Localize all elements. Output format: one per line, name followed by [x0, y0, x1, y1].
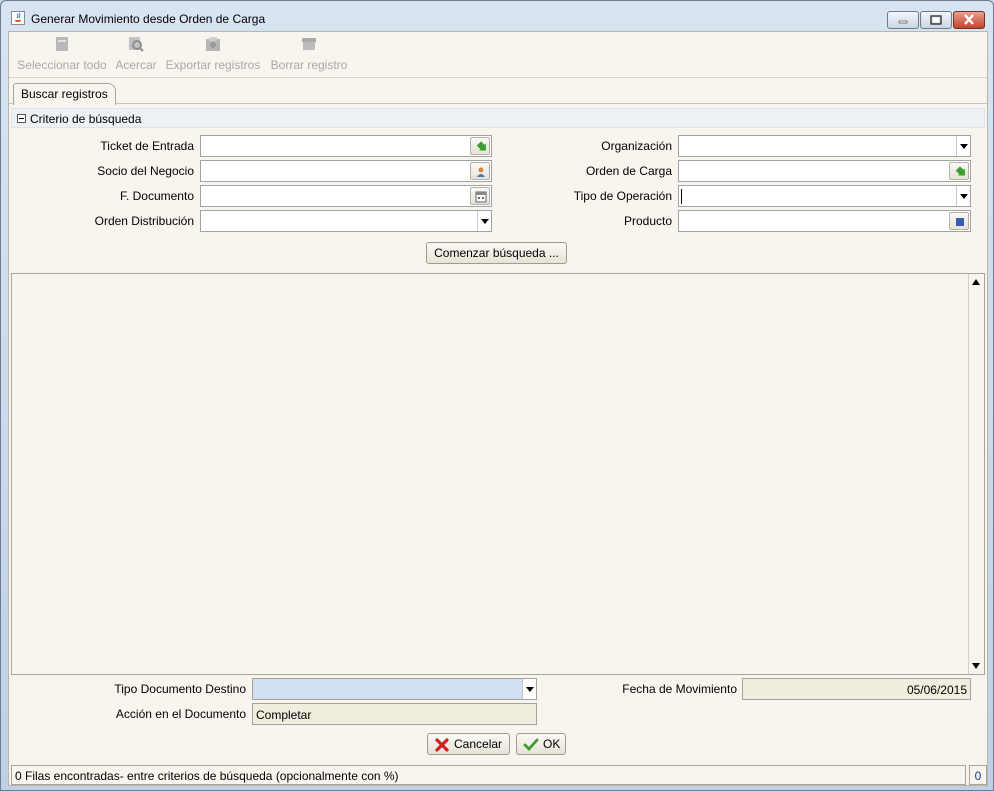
load-order-input[interactable]: [679, 161, 970, 181]
movement-date-label: Fecha de Movimiento: [622, 682, 737, 696]
window-title: Generar Movimiento desde Orden de Carga: [31, 12, 266, 26]
scroll-up-icon[interactable]: [972, 279, 980, 285]
collapse-icon[interactable]: [17, 114, 26, 123]
tab-strip: Buscar registros: [9, 78, 987, 105]
organization-label: Organización: [601, 139, 672, 153]
partner-field[interactable]: [200, 160, 492, 182]
calendar-icon: [475, 191, 487, 203]
green-arrow-icon: [955, 166, 965, 176]
app-window: Generar Movimiento desde Orden de Carga …: [0, 0, 994, 791]
load-order-lookup-button[interactable]: [949, 162, 969, 180]
ticket-lookup-button[interactable]: [470, 137, 490, 155]
close-window-button[interactable]: [953, 11, 985, 29]
target-doctype-select[interactable]: [252, 678, 537, 700]
partner-input[interactable]: [201, 161, 491, 181]
chevron-down-icon[interactable]: [956, 136, 970, 156]
close-icon: [964, 14, 974, 25]
select-all-button[interactable]: Seleccionar todo: [15, 36, 109, 72]
record-count: 0: [969, 765, 987, 785]
scroll-down-icon[interactable]: [972, 663, 980, 669]
distribution-select[interactable]: [200, 210, 492, 232]
export-label: Exportar registros: [165, 58, 261, 72]
text-caret: [681, 189, 682, 204]
partner-label: Socio del Negocio: [97, 164, 194, 178]
cancel-label: Cancelar: [454, 737, 503, 751]
delete-icon: [302, 38, 316, 50]
product-lookup-button[interactable]: [949, 212, 969, 230]
movement-date-field: 05/06/2015: [742, 678, 971, 700]
zoom-button[interactable]: Acercar: [113, 36, 159, 72]
zoom-label: Acercar: [115, 58, 157, 72]
doc-action-value: Completar: [256, 708, 312, 722]
vertical-scrollbar[interactable]: [968, 274, 984, 674]
status-message: 0 Filas encontradas- entre criterios de …: [11, 765, 966, 785]
select-all-icon: [56, 37, 68, 51]
operation-type-label: Tipo de Operación: [573, 189, 672, 203]
toolbar: Seleccionar todo Acercar Exportar regist…: [9, 32, 987, 78]
doc-date-field[interactable]: [200, 185, 492, 207]
criteria-section-header[interactable]: Criterio de búsqueda: [11, 108, 985, 128]
ticket-input[interactable]: [201, 136, 491, 156]
target-doctype-label: Tipo Documento Destino: [114, 682, 246, 696]
chevron-down-icon[interactable]: [956, 186, 970, 206]
chevron-down-icon[interactable]: [522, 679, 536, 699]
doc-date-label: F. Documento: [119, 189, 194, 203]
ticket-label: Ticket de Entrada: [100, 139, 194, 153]
doc-action-field: Completar: [252, 703, 537, 725]
load-order-label: Orden de Carga: [585, 164, 672, 178]
doc-action-label: Acción en el Documento: [115, 707, 246, 721]
calendar-button[interactable]: [470, 187, 490, 205]
operation-type-select[interactable]: [678, 185, 971, 207]
results-table[interactable]: [11, 273, 985, 675]
title-bar: Generar Movimiento desde Orden de Carga: [1, 1, 993, 31]
zoom-icon: [129, 37, 144, 52]
ok-button[interactable]: OK: [516, 733, 566, 755]
dialog-content: Seleccionar todo Acercar Exportar regist…: [8, 31, 988, 786]
ok-label: OK: [543, 737, 561, 751]
maximize-button[interactable]: [920, 11, 952, 29]
product-icon: [956, 218, 964, 226]
ticket-field[interactable]: [200, 135, 492, 157]
organization-select[interactable]: [678, 135, 971, 157]
chevron-down-icon[interactable]: [477, 211, 491, 231]
delete-record-button[interactable]: Borrar registro: [268, 36, 350, 72]
red-x-icon: [435, 738, 449, 752]
export-icon: [206, 37, 220, 51]
checkmark-icon: [523, 738, 539, 752]
minimize-icon: [898, 20, 908, 24]
start-search-button[interactable]: Comenzar búsqueda ...: [426, 242, 567, 264]
doc-date-input[interactable]: [201, 186, 491, 206]
product-label: Producto: [623, 214, 672, 228]
product-input[interactable]: [679, 211, 970, 231]
distribution-label: Orden Distribución: [94, 214, 194, 228]
green-arrow-icon: [476, 141, 486, 151]
export-records-button[interactable]: Exportar registros: [164, 36, 262, 72]
tab-search-records[interactable]: Buscar registros: [13, 83, 116, 105]
criteria-section-title: Criterio de búsqueda: [30, 112, 142, 126]
partner-lookup-button[interactable]: [470, 162, 490, 180]
status-bar: 0 Filas encontradas- entre criterios de …: [11, 765, 987, 785]
person-icon: [477, 167, 485, 177]
minimize-button[interactable]: [887, 11, 919, 29]
restore-icon: [930, 15, 942, 25]
cancel-button[interactable]: Cancelar: [427, 733, 510, 755]
load-order-field[interactable]: [678, 160, 971, 182]
product-field[interactable]: [678, 210, 971, 232]
delete-label: Borrar registro: [270, 58, 348, 72]
movement-date-value: 05/06/2015: [906, 683, 967, 697]
select-all-label: Seleccionar todo: [17, 58, 107, 72]
java-app-icon: [11, 11, 25, 25]
